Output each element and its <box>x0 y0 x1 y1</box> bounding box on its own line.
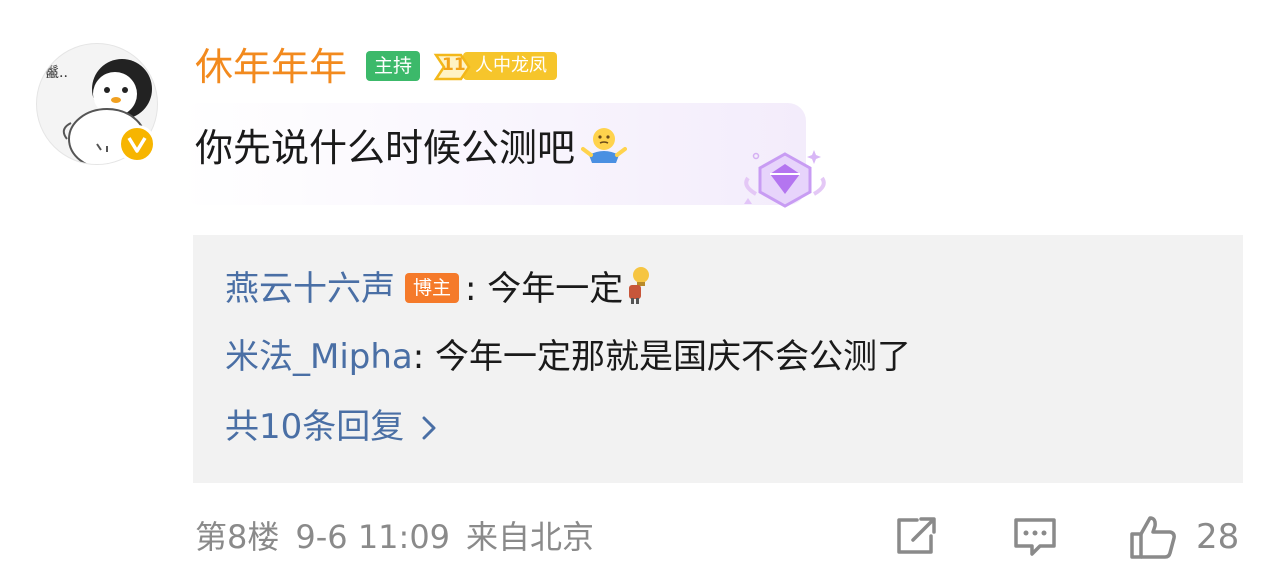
reply-separator: : <box>465 269 477 309</box>
level-number-icon: 11 <box>433 51 471 81</box>
like-count: 28 <box>1196 517 1240 557</box>
post-time: 9-6 11:09 <box>295 518 451 556</box>
comment-text-row[interactable]: 你先说什么时候公测吧 <box>195 123 628 177</box>
avatar-container[interactable]: 鬣.. <box>36 43 158 165</box>
share-icon <box>897 517 936 554</box>
post-location: 来自北京 <box>466 518 595 556</box>
reply-author[interactable]: 燕云十六声 <box>225 269 395 309</box>
verified-icon <box>118 125 156 163</box>
comment-text: 你先说什么时候公测吧 <box>195 126 576 170</box>
bulb-figure-icon <box>623 265 653 316</box>
chevron-right-icon <box>422 407 436 451</box>
thumbs-up-icon <box>1130 516 1176 559</box>
share-button[interactable] <box>893 514 939 562</box>
shrug-emoji-icon <box>581 125 628 177</box>
comment-bubble-icon <box>1014 518 1056 556</box>
host-badge: 主持 <box>366 51 421 81</box>
level-badge[interactable]: 11 人中龙凤 <box>433 49 557 83</box>
like-button[interactable] <box>1128 514 1178 564</box>
reply-text: 今年一定那就是国庆不会公测了 <box>435 337 912 377</box>
reply-separator: : <box>412 337 425 377</box>
blogger-badge: 博主 <box>405 272 460 303</box>
reply-row[interactable]: 燕云十六声 博主: 今年一定 <box>225 265 653 316</box>
replies-panel: 燕云十六声 博主: 今年一定 米法_Mipha: 今年一定那就是国庆不会公测了 共… <box>193 235 1243 483</box>
floor-number: 第8楼 <box>195 518 280 556</box>
reply-text: 今年一定 <box>487 269 624 309</box>
comment-author-name[interactable]: 休年年年 <box>195 44 347 90</box>
reply-author[interactable]: 米法_Mipha <box>225 337 413 377</box>
level-number: 11 <box>442 55 466 75</box>
diamond-gem-icon <box>740 148 830 214</box>
reply-row[interactable]: 米法_Mipha: 今年一定那就是国庆不会公测了 <box>225 335 911 379</box>
view-all-replies-link[interactable]: 共10条回复 <box>225 405 436 451</box>
level-title: 人中龙凤 <box>463 52 557 80</box>
comment-meta: 第8楼 9-6 11:09 来自北京 <box>195 515 610 559</box>
view-all-replies-label: 共10条回复 <box>225 407 405 447</box>
comment-button[interactable] <box>1012 514 1058 562</box>
